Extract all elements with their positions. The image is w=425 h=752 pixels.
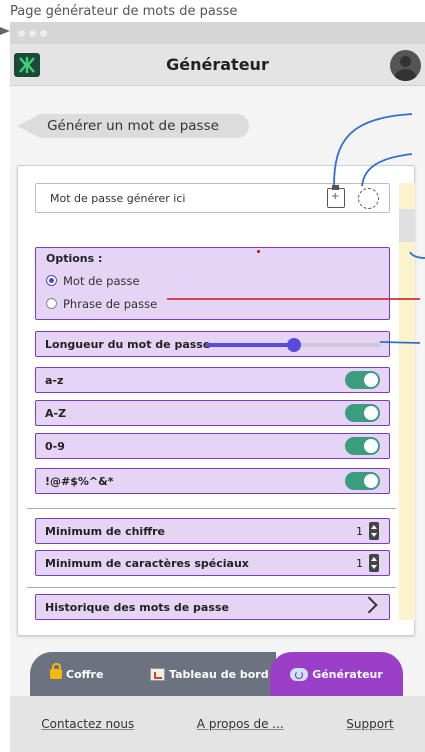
charset-label: A-Z — [45, 406, 67, 420]
options-group: Options : Mot de passe Phrase de passe — [35, 247, 390, 320]
min-digits-stepper[interactable] — [369, 522, 379, 540]
charset-label: 0-9 — [45, 439, 65, 453]
section-divider — [27, 587, 396, 588]
length-slider[interactable] — [206, 338, 381, 352]
window-titlebar — [10, 22, 425, 44]
about-link[interactable]: A propos de ... — [197, 717, 284, 731]
min-special-value: 1 — [356, 557, 363, 570]
history-label: Historique des mots de passe — [45, 600, 229, 614]
radio-button[interactable] — [46, 298, 57, 309]
page-label: Page générateur de mots de passe — [10, 4, 238, 19]
length-slider-fill — [206, 343, 294, 347]
charset-label: !@#$%^&* — [45, 474, 114, 488]
window-dot — [29, 29, 36, 37]
section-divider — [27, 508, 396, 509]
cloud-refresh-icon — [290, 667, 309, 681]
charset-row-symbols: !@#$%^&* — [35, 468, 390, 494]
chevron-right-icon — [360, 596, 378, 614]
radio-label: Phrase de passe — [63, 296, 158, 311]
frame-arrow-icon — [0, 27, 10, 35]
generator-panel: Mot de passe générer ici Options : Mot d… — [17, 165, 415, 636]
uppercase-toggle[interactable] — [345, 404, 380, 422]
min-digits-label: Minimum de chiffre — [45, 524, 165, 538]
lowercase-toggle[interactable] — [345, 371, 380, 389]
options-title: Options : — [46, 252, 103, 265]
board-icon — [150, 667, 165, 681]
window-dot — [18, 29, 25, 37]
length-row: Longueur du mot de passe — [35, 331, 390, 357]
generated-password-field[interactable]: Mot de passe générer ici — [35, 183, 390, 213]
digits-toggle[interactable] — [345, 437, 380, 455]
history-row[interactable]: Historique des mots de passe — [35, 594, 390, 620]
generated-password-value: Mot de passe générer ici — [50, 191, 186, 205]
symbols-toggle[interactable] — [345, 472, 380, 490]
min-digits-row: Minimum de chiffre 1 — [35, 518, 390, 544]
annotation-dot — [257, 250, 260, 253]
min-special-label: Minimum de caractères spéciaux — [45, 556, 249, 570]
contact-link[interactable]: Contactez nous — [41, 717, 134, 731]
radio-button-selected[interactable] — [46, 275, 57, 286]
scrollbar-track[interactable] — [399, 183, 415, 620]
min-special-stepper[interactable] — [369, 554, 379, 572]
tab-coffre[interactable]: Coffre — [30, 652, 158, 696]
radio-option-passphrase[interactable]: Phrase de passe — [46, 292, 379, 315]
user-avatar-icon[interactable] — [390, 50, 421, 81]
length-slider-handle[interactable] — [286, 338, 301, 352]
main-content: Générer un mot de passe Mot de passe gén… — [10, 86, 425, 656]
app-header: Générateur — [10, 44, 425, 86]
charset-label: a-z — [45, 373, 64, 387]
page-title: Générateur — [166, 55, 269, 74]
app-logo-icon[interactable] — [14, 53, 40, 77]
copy-clipboard-icon[interactable] — [327, 185, 345, 208]
charset-row-digits: 0-9 — [35, 433, 390, 459]
tab-label: Générateur — [312, 667, 383, 681]
lock-icon — [50, 663, 62, 679]
tab-generateur[interactable]: Générateur — [270, 652, 403, 696]
min-digits-value: 1 — [356, 525, 363, 538]
regenerate-icon[interactable] — [358, 188, 379, 209]
radio-option-password[interactable]: Mot de passe — [46, 269, 379, 292]
tab-label: Coffre — [66, 667, 104, 681]
tab-tableau-de-bord[interactable]: Tableau de bord — [146, 652, 276, 696]
scrollbar-thumb[interactable] — [399, 209, 415, 242]
radio-label: Mot de passe — [63, 273, 140, 288]
charset-row-uppercase: A-Z — [35, 400, 390, 426]
app-window: Générateur Générer un mot de passe Mot d… — [10, 22, 425, 752]
footer: Contactez nous A propos de ... Support — [10, 696, 425, 752]
support-link[interactable]: Support — [346, 717, 393, 731]
back-button[interactable]: Générer un mot de passe — [17, 114, 249, 138]
bottom-tab-bar: Coffre Tableau de bord Générateur — [10, 652, 425, 696]
min-special-row: Minimum de caractères spéciaux 1 — [35, 550, 390, 576]
window-dot — [40, 29, 47, 37]
tab-label: Tableau de bord — [169, 667, 269, 681]
charset-row-lowercase: a-z — [35, 367, 390, 393]
length-label: Longueur du mot de passe — [45, 337, 211, 351]
